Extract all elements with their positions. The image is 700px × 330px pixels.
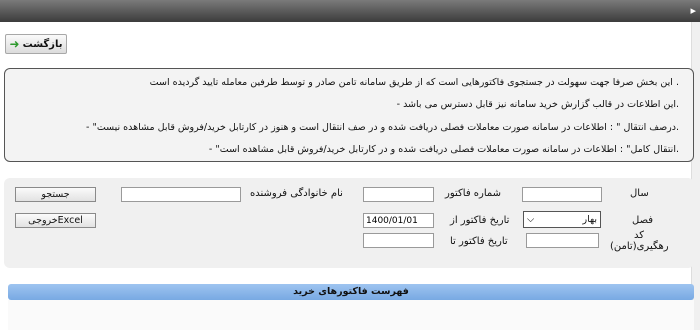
date-to-input[interactable] xyxy=(363,233,434,248)
collapse-chevron-icon[interactable]: ▸ xyxy=(690,4,696,17)
info-line: .این اطلاعات در قالب گزارش خرید سامانه ن… xyxy=(396,99,679,110)
purchase-invoices-list xyxy=(8,300,694,330)
back-button-label: بازگشت xyxy=(22,38,63,50)
info-line: . این بخش صرفا جهت سهولت در جستجوی فاکتو… xyxy=(149,77,679,88)
season-label: فصل xyxy=(632,215,654,226)
excel-export-button[interactable]: خروجیExcel xyxy=(15,213,96,228)
seller-lastname-label: نام خانوادگی فروشنده xyxy=(250,188,343,199)
invoice-number-label: شماره فاکتور xyxy=(445,188,502,199)
season-selected-value: بهار xyxy=(582,214,597,225)
info-panel: . این بخش صرفا جهت سهولت در جستجوی فاکتو… xyxy=(4,68,694,162)
purchase-invoices-list-header: فهرست فاکتورهای خرید xyxy=(8,284,694,300)
date-from-label: تاریخ فاکتور از xyxy=(450,215,510,226)
arrow-right-icon: ➜ xyxy=(9,37,20,51)
year-label: سال xyxy=(630,188,649,199)
info-line: .درصف انتقال " : اطلاعات در سامانه صورت … xyxy=(86,122,679,133)
info-line: .انتقال کامل" : اطلاعات در سامانه صورت م… xyxy=(208,144,679,155)
search-button[interactable]: جستجو xyxy=(15,187,96,202)
invoice-number-input[interactable] xyxy=(363,187,434,202)
date-from-input[interactable] xyxy=(363,213,434,228)
top-bar: ▸ xyxy=(0,0,700,22)
chevron-down-icon: ⌵ xyxy=(527,214,535,225)
seller-lastname-input[interactable] xyxy=(121,187,241,202)
date-to-label: تاریخ فاکتور تا xyxy=(450,236,508,247)
tracking-code-label: کد xyxy=(634,230,645,241)
tracking-code-input[interactable] xyxy=(526,233,599,248)
back-button[interactable]: بازگشت ➜ xyxy=(5,34,67,54)
year-input[interactable] xyxy=(522,187,602,202)
tracking-code-label-2: رهگیری(تامن) xyxy=(610,241,669,252)
season-select[interactable]: ⌵ بهار xyxy=(523,211,601,228)
